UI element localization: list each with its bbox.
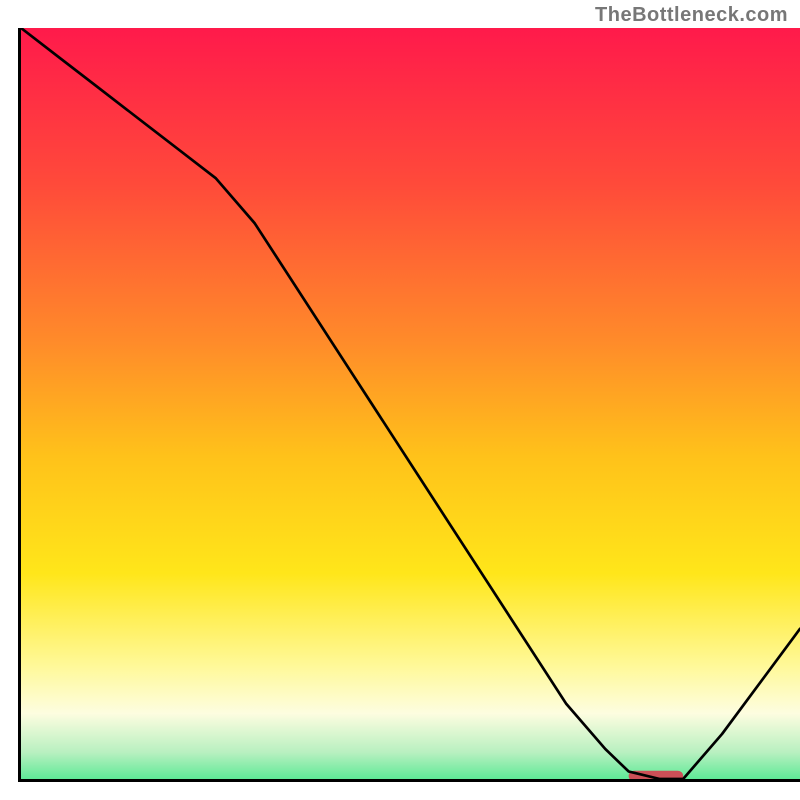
bottleneck-curve bbox=[21, 28, 800, 779]
plot-area bbox=[18, 28, 800, 782]
curve-overlay bbox=[21, 28, 800, 779]
bottleneck-chart: TheBottleneck.com bbox=[0, 0, 800, 800]
watermark-text: TheBottleneck.com bbox=[595, 4, 788, 27]
